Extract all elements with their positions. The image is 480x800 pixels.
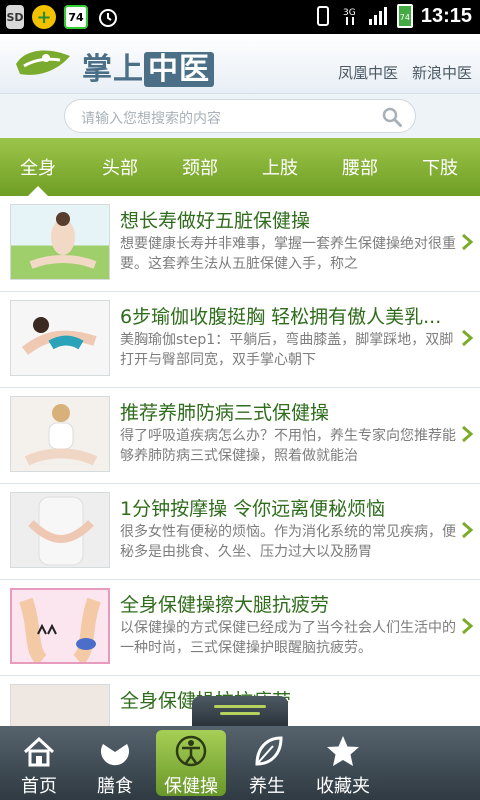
tab-head[interactable]: 头部 bbox=[102, 154, 138, 180]
nav-label: 保健操 bbox=[164, 776, 218, 797]
article-summary: 以保健操的方式保健已经成为了当今社会人们生活中的一种时尚，三式保健操护眼醒脑抗疲… bbox=[120, 620, 456, 656]
nav-favorites[interactable]: 收藏夹 bbox=[308, 730, 378, 797]
list-item[interactable]: 1分钟按摩操 令你远离便秘烦恼 很多女性有便秘的烦恼。作为消化系统的常见疾病，便… bbox=[0, 484, 480, 580]
article-list: 想长寿做好五脏保健操 想要健康长寿并非难事，掌握一套养生保健操绝对很重要。这套养… bbox=[0, 196, 480, 726]
star-icon bbox=[327, 736, 359, 766]
status-bar: SD + 74 3G 74 13:15 bbox=[0, 0, 480, 34]
list-item[interactable]: 全身保健操擦大腿抗疲劳 以保健操的方式保健已经成为了当今社会人们生活中的一种时尚… bbox=[0, 580, 480, 676]
tab-upper-limbs[interactable]: 上肢 bbox=[262, 154, 298, 180]
list-item[interactable]: 想长寿做好五脏保健操 想要健康长寿并非难事，掌握一套养生保健操绝对很重要。这套养… bbox=[0, 196, 480, 292]
chevron-right-icon bbox=[462, 329, 474, 347]
bottom-navigation: 首页 膳食 保健操 养生 收藏夹 bbox=[0, 726, 480, 800]
nav-label: 养生 bbox=[249, 776, 285, 797]
tab-waist[interactable]: 腰部 bbox=[342, 154, 378, 180]
article-thumbnail bbox=[10, 396, 110, 472]
nav-label: 收藏夹 bbox=[316, 776, 370, 797]
app-notification-icon: + bbox=[32, 5, 56, 29]
category-tabs: 全身 头部 颈部 上肢 腰部 下肢 bbox=[0, 138, 480, 196]
article-title: 全身保健操拉抗疲劳 bbox=[120, 686, 460, 713]
home-icon bbox=[23, 736, 55, 767]
alarm-icon bbox=[96, 5, 120, 29]
chevron-right-icon bbox=[462, 233, 474, 251]
drawer-handle[interactable] bbox=[192, 696, 288, 726]
vibrate-icon bbox=[316, 6, 329, 26]
3g-signal-icon: 3G bbox=[343, 8, 356, 25]
article-thumbnail bbox=[10, 588, 110, 664]
clock: 13:15 bbox=[420, 4, 472, 27]
search-input[interactable]: 请输入您想搜索的内容 bbox=[64, 99, 416, 133]
tab-whole-body[interactable]: 全身 bbox=[20, 154, 56, 180]
article-summary: 美胸瑜伽step1：平躺后，弯曲膝盖，脚掌踩地，双脚打开与臀部同宽，双手掌心朝下 bbox=[120, 332, 454, 368]
search-icon[interactable] bbox=[381, 106, 403, 128]
search-placeholder: 请输入您想搜索的内容 bbox=[81, 111, 221, 127]
article-thumbnail bbox=[10, 684, 110, 726]
nav-label: 膳食 bbox=[97, 776, 133, 797]
article-summary: 想要健康长寿并非难事，掌握一套养生保健操绝对很重要。这套养生法从五脏保健入手，称… bbox=[120, 236, 456, 272]
article-summary: 很多女性有便秘的烦恼。作为消化系统的常见疾病，便秘多是由挑食、久坐、压力过大以及… bbox=[120, 524, 456, 560]
list-item[interactable]: 6步瑜伽收腹挺胸 轻松拥有傲人美乳... 美胸瑜伽step1：平躺后，弯曲膝盖，… bbox=[0, 292, 480, 388]
nav-label: 首页 bbox=[21, 776, 57, 797]
exercise-icon bbox=[175, 735, 207, 767]
nav-exercise[interactable]: 保健操 bbox=[156, 730, 226, 797]
chevron-right-icon bbox=[462, 617, 474, 635]
article-title: 6步瑜伽收腹挺胸 轻松拥有傲人美乳... bbox=[120, 306, 442, 328]
notification-count-badge: 74 bbox=[64, 5, 88, 29]
article-title: 1分钟按摩操 令你远离便秘烦恼 bbox=[120, 498, 386, 520]
article-title: 想长寿做好五脏保健操 bbox=[120, 210, 311, 232]
article-title: 推荐养肺防病三式保健操 bbox=[120, 402, 330, 424]
tab-lower-limbs[interactable]: 下肢 bbox=[422, 154, 458, 180]
svg-text:3G: 3G bbox=[343, 8, 356, 18]
link-sina-tcm[interactable]: 新浪中医 bbox=[412, 62, 472, 83]
article-thumbnail bbox=[10, 300, 110, 376]
search-area: 请输入您想搜索的内容 bbox=[0, 94, 480, 138]
nav-diet[interactable]: 膳食 bbox=[80, 730, 150, 797]
list-item[interactable]: 推荐养肺防病三式保健操 得了呼吸道疾病怎么办？不用怕，养生专家向您推荐能够养肺防… bbox=[0, 388, 480, 484]
sd-card-icon: SD bbox=[6, 5, 24, 29]
app-logo bbox=[16, 50, 70, 75]
nav-health[interactable]: 养生 bbox=[232, 730, 302, 797]
battery-icon: 74 bbox=[396, 4, 413, 28]
chevron-right-icon bbox=[462, 521, 474, 539]
bowl-icon bbox=[101, 744, 129, 766]
app-header: 掌上 中医 凤凰中医 新浪中医 bbox=[0, 34, 480, 94]
link-phoenix-tcm[interactable]: 凤凰中医 bbox=[338, 62, 398, 83]
tab-neck[interactable]: 颈部 bbox=[182, 154, 218, 180]
leaf-icon bbox=[255, 736, 283, 766]
article-thumbnail bbox=[10, 204, 110, 280]
article-title: 全身保健操擦大腿抗疲劳 bbox=[120, 594, 330, 616]
article-summary: 得了呼吸道疾病怎么办？不用怕，养生专家向您推荐能够养肺防病三式保健操，照着做就能… bbox=[120, 428, 456, 464]
article-thumbnail bbox=[10, 492, 110, 568]
chevron-right-icon bbox=[462, 425, 474, 443]
nav-home[interactable]: 首页 bbox=[4, 730, 74, 797]
active-tab-indicator bbox=[28, 186, 48, 196]
signal-strength-icon bbox=[368, 7, 387, 25]
app-title: 掌上 中医 bbox=[82, 44, 214, 88]
